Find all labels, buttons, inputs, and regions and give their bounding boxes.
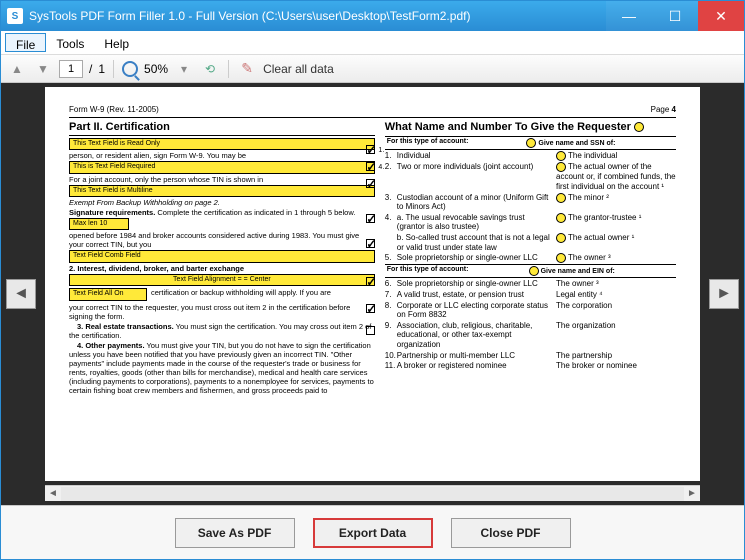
table-row: 10.Partnership or multi-member LLCThe pa…	[385, 351, 676, 361]
mid-check-d[interactable]	[366, 277, 375, 286]
table-row: 6.Sole proprietorship or single-owner LL…	[385, 279, 676, 289]
window-title: SysTools PDF Form Filler 1.0 - Full Vers…	[29, 9, 606, 23]
table-row: 5.Sole proprietorship or single-owner LL…	[385, 253, 676, 263]
mid-check-4[interactable]	[366, 162, 375, 171]
export-data-button[interactable]: Export Data	[313, 518, 433, 548]
zoom-icon[interactable]	[122, 61, 138, 77]
action-bar: Save As PDF Export Data Close PDF	[1, 505, 744, 559]
titlebar: S SysTools PDF Form Filler 1.0 - Full Ve…	[1, 1, 744, 31]
pdf-page: Form W-9 (Rev. 11-2005) Page 4 1. 4.	[45, 87, 700, 404]
mid-check-b[interactable]	[366, 214, 375, 223]
app-window: S SysTools PDF Form Filler 1.0 - Full Ve…	[0, 0, 745, 560]
tf-align-center[interactable]: Text Field Alignment = = Center	[69, 274, 375, 286]
tf-multiline[interactable]: This Text Field is Multiline	[69, 185, 375, 197]
clear-icon[interactable]: ✎	[237, 59, 257, 79]
menu-bar: File Tools Help	[1, 31, 744, 55]
maximize-button[interactable]: ☐	[652, 1, 698, 31]
tf-maxlen[interactable]: Max len 10	[69, 218, 129, 230]
toolbar: ▲ ▼ / 1 50% ▾ ⟲ ✎ Clear all data	[1, 55, 744, 83]
radio-hdr-ein[interactable]	[529, 266, 539, 276]
table-row: 1.IndividualThe individual	[385, 151, 676, 161]
save-as-pdf-button[interactable]: Save As PDF	[175, 518, 295, 548]
left-column: Part II. Certification This Text Field i…	[69, 121, 375, 396]
page-sep: /	[89, 62, 92, 76]
scroll-left-icon[interactable]: ◄	[45, 487, 61, 501]
tf-required[interactable]: This is Text Field Required	[69, 161, 375, 173]
table-row: 3.Custodian account of a minor (Uniform …	[385, 193, 676, 212]
mid-check-c[interactable]	[366, 239, 375, 248]
menu-tools[interactable]: Tools	[46, 33, 94, 52]
horizontal-scrollbar[interactable]: ◄ ►	[45, 485, 700, 501]
table-row: 2.Two or more individuals (joint account…	[385, 162, 676, 191]
table-row: 8.Corporate or LLC electing corporate st…	[385, 301, 676, 320]
menu-file[interactable]: File	[5, 33, 46, 52]
page-total: 1	[98, 62, 105, 76]
page-up-icon[interactable]: ▲	[7, 59, 27, 79]
tf-combo[interactable]: Text Field Comb Field	[69, 250, 375, 262]
pdf-viewer: ◄ Form W-9 (Rev. 11-2005) Page 4 1. 4.	[1, 83, 744, 505]
table-row: 11.A broker or registered nomineeThe bro…	[385, 361, 676, 371]
minimize-button[interactable]: —	[606, 1, 652, 31]
mid-checkbox-column: 1. 4.	[366, 145, 384, 336]
radio-title-icon[interactable]	[634, 122, 644, 132]
page-scroll-area[interactable]: Form W-9 (Rev. 11-2005) Page 4 1. 4.	[45, 87, 700, 481]
table-row: 7.A valid trust, estate, or pension trus…	[385, 290, 676, 300]
radio-hdr-ssn[interactable]	[526, 138, 536, 148]
radio-option[interactable]	[556, 193, 566, 203]
nav-next[interactable]: ►	[704, 83, 744, 505]
radio-option[interactable]	[556, 213, 566, 223]
page-down-icon[interactable]: ▼	[33, 59, 53, 79]
app-icon: S	[7, 8, 23, 24]
radio-option[interactable]	[556, 253, 566, 263]
radio-option[interactable]	[556, 151, 566, 161]
mid-check-f[interactable]	[366, 326, 375, 335]
right-column: What Name and Number To Give the Request…	[385, 121, 676, 396]
clear-all-data-button[interactable]: Clear all data	[263, 62, 334, 76]
part-title: Part II. Certification	[69, 121, 375, 136]
arrow-right-icon: ►	[709, 279, 739, 309]
radio-option[interactable]	[556, 233, 566, 243]
close-window-button[interactable]: ✕	[698, 1, 744, 31]
mid-check-a[interactable]	[366, 179, 375, 188]
mid-check-e[interactable]	[366, 304, 375, 313]
tf-readonly[interactable]: This Text Field is Read Only	[69, 138, 375, 150]
close-pdf-button[interactable]: Close PDF	[451, 518, 571, 548]
page-current-input[interactable]	[59, 60, 83, 78]
mid-check-1[interactable]	[366, 145, 375, 154]
tf-all-on[interactable]: Text Field All On	[69, 288, 147, 300]
table-row: b. So-called trust account that is not a…	[385, 233, 676, 252]
table-row: 4.a. The usual revocable savings trust (…	[385, 213, 676, 232]
form-revision: Form W-9 (Rev. 11-2005)	[69, 105, 159, 115]
nav-prev[interactable]: ◄	[1, 83, 41, 505]
zoom-fit-icon[interactable]: ⟲	[200, 59, 220, 79]
zoom-dropdown-icon[interactable]: ▾	[174, 59, 194, 79]
radio-option[interactable]	[556, 162, 566, 172]
menu-help[interactable]: Help	[94, 33, 139, 52]
zoom-level: 50%	[144, 62, 168, 76]
scroll-right-icon[interactable]: ►	[684, 487, 700, 501]
arrow-left-icon: ◄	[6, 279, 36, 309]
table-row: 9.Association, club, religious, charitab…	[385, 321, 676, 350]
